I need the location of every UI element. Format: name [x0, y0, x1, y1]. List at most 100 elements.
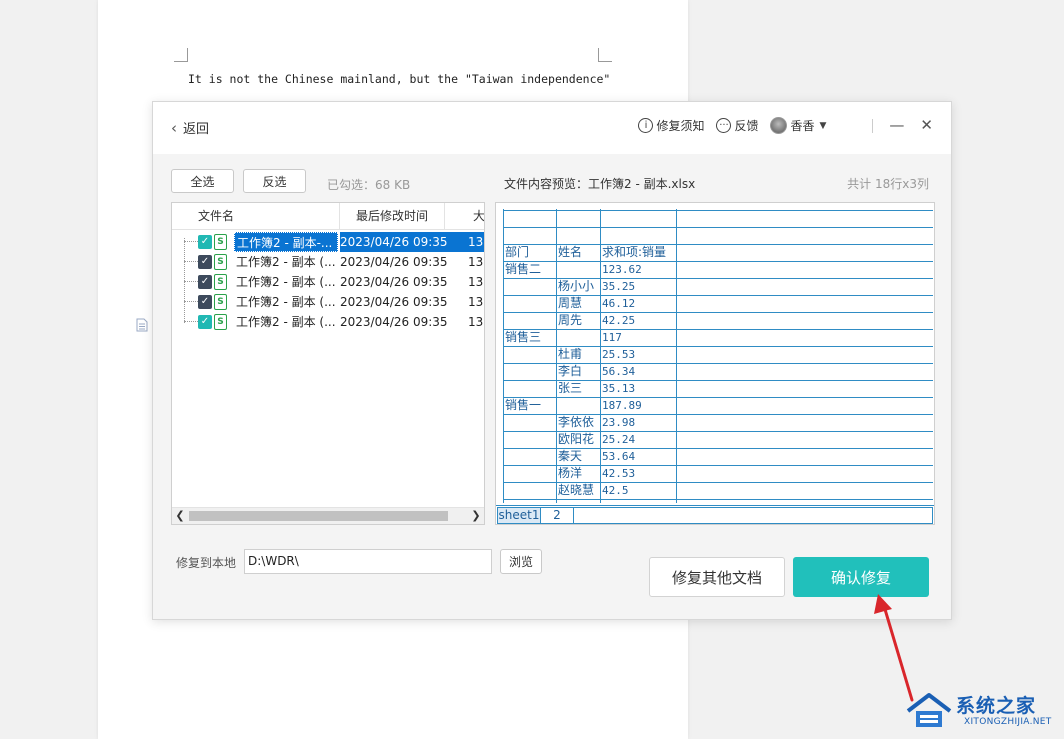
close-icon[interactable]: ✕ [920, 118, 933, 133]
grid-cell[interactable]: 姓名 [557, 244, 582, 261]
caret-down-icon: ▼ [819, 120, 827, 131]
file-checkbox[interactable]: ✓ [198, 315, 212, 329]
grid-cell[interactable]: 秦天 [557, 448, 582, 465]
scrollbar-thumb[interactable] [189, 511, 448, 521]
grid-cell[interactable]: 杨小小 [557, 278, 594, 295]
preview-file-label: 文件内容预览：工作簿2 - 副本.xlsx [504, 177, 696, 191]
info-icon: i [638, 118, 654, 133]
grid-cell[interactable]: 42.25 [601, 312, 635, 329]
restore-path-input[interactable]: D:\WDR\ [244, 549, 492, 574]
sheet-tab-bar: sheet1 2 [497, 507, 933, 524]
file-row[interactable]: ✓ S 工作簿2 - 副本 (... 2023/04/26 09:35 13 [172, 252, 484, 272]
header-divider [872, 118, 874, 133]
grid-cell[interactable]: 杨洋 [557, 465, 582, 482]
grid-line [503, 227, 933, 228]
grid-cell[interactable]: 销售二 [504, 261, 541, 278]
grid-cell[interactable]: 35.25 [601, 278, 635, 295]
browse-button[interactable]: 浏览 [500, 549, 542, 574]
spreadsheet-grid: 部门 姓名 求和项:销量销售二 123.62 杨小小 35.25 周慧 46.12 周先 42.2… [503, 209, 933, 503]
file-row[interactable]: ✓ S 工作簿2 - 副本-... 2023/04/26 09:35 13 [172, 232, 484, 252]
back-label: 返回 [183, 122, 210, 137]
file-checkbox[interactable]: ✓ [198, 255, 212, 269]
grid-cell[interactable]: 35.13 [601, 380, 635, 397]
file-modified-date: 2023/04/26 09:35 [340, 255, 448, 269]
file-name: 工作簿2 - 副本 (... [236, 255, 336, 269]
repair-notice-label: 修复须知 [656, 119, 705, 133]
grid-cell[interactable]: 187.89 [601, 397, 642, 414]
spreadsheet-file-icon: S [214, 254, 227, 270]
repair-other-docs-button[interactable]: 修复其他文档 [649, 557, 785, 597]
content-preview: 部门 姓名 求和项:销量销售二 123.62 杨小小 35.25 周慧 46.12 周先 42.2… [495, 202, 935, 525]
document-icon[interactable] [136, 318, 148, 332]
grid-cell[interactable]: 46.12 [601, 295, 635, 312]
grid-cell[interactable]: 123.62 [601, 261, 642, 278]
sheet-tab-sheet1[interactable]: sheet1 [498, 508, 541, 523]
spreadsheet-file-icon: S [214, 274, 227, 290]
grid-cell[interactable]: 42.53 [601, 465, 635, 482]
file-modified-date: 2023/04/26 09:35 [340, 315, 448, 329]
grid-cell[interactable]: 张三 [557, 380, 582, 397]
preview-total-info: 共计 18行x3列 [847, 177, 929, 191]
grid-cell[interactable]: 李白 [557, 363, 582, 380]
grid-cell[interactable]: 杜甫 [557, 346, 582, 363]
document-text: It is not the Chinese mainland, but the … [188, 72, 611, 86]
feedback-label: 反馈 [734, 119, 759, 133]
file-row[interactable]: ✓ S 工作簿2 - 副本 (... 2023/04/26 09:35 13 [172, 292, 484, 312]
sheet-tabs: sheet1 2 [496, 505, 934, 524]
grid-cell[interactable]: 李依依 [557, 414, 594, 431]
grid-cell[interactable]: 销售三 [504, 329, 541, 346]
grid-cell[interactable]: 求和项:销量 [601, 244, 666, 261]
sheet-tab-2[interactable]: 2 [541, 508, 574, 523]
invert-selection-button[interactable]: 反选 [243, 169, 306, 193]
grid-cell[interactable]: 欧阳花 [557, 431, 594, 448]
column-header-filename[interactable]: 文件名 [172, 203, 340, 230]
scroll-right-icon[interactable]: ❯ [469, 509, 483, 522]
margin-corner-top-right [598, 48, 612, 62]
grid-cell[interactable]: 销售一 [504, 397, 541, 414]
file-row[interactable]: ✓ S 工作簿2 - 副本 (... 2023/04/26 09:35 13 [172, 272, 484, 292]
repair-dialog: ‹ 返回 i 修复须知 ··· 反馈 香香 ▼ — ✕ 全选 反选 已勾选：68… [152, 101, 952, 620]
file-checkbox[interactable]: ✓ [198, 235, 212, 249]
file-list: 文件名 最后修改时间 大 ✓ S 工作簿2 - 副本-... 2023/04/26 0… [171, 202, 485, 525]
horizontal-scrollbar[interactable]: ❮ ❯ [172, 507, 484, 524]
file-checkbox[interactable]: ✓ [198, 275, 212, 289]
back-button[interactable]: ‹ 返回 [171, 118, 210, 138]
file-row[interactable]: ✓ S 工作簿2 - 副本 (... 2023/04/26 09:35 13 [172, 312, 484, 332]
avatar [770, 117, 788, 134]
grid-cell[interactable]: 42.5 [601, 482, 629, 499]
grid-cell[interactable]: 56.34 [601, 363, 635, 380]
grid-cell[interactable]: 部门 [504, 244, 529, 261]
minimize-icon[interactable]: — [889, 118, 904, 133]
grid-cell[interactable]: 25.24 [601, 431, 635, 448]
grid-cell[interactable]: 周慧 [557, 295, 582, 312]
file-name: 工作簿2 - 副本-... [234, 232, 338, 252]
grid-cell[interactable]: 53.64 [601, 448, 635, 465]
dialog-header: ‹ 返回 i 修复须知 ··· 反馈 香香 ▼ — ✕ [153, 102, 951, 154]
grid-cell[interactable]: 117 [601, 329, 622, 346]
select-all-button[interactable]: 全选 [171, 169, 234, 193]
column-header-size[interactable]: 大 [445, 203, 484, 230]
user-menu[interactable]: 香香 ▼ [770, 117, 826, 134]
grid-cell[interactable]: 赵晓慧 [557, 482, 594, 499]
spreadsheet-file-icon: S [214, 314, 227, 330]
file-size: 13 [468, 255, 484, 269]
selected-size-info: 已勾选：68 KB [327, 178, 411, 192]
grid-line [503, 261, 933, 262]
grid-cell[interactable]: 23.98 [601, 414, 635, 431]
file-name: 工作簿2 - 副本 (... [236, 275, 336, 289]
header-actions: i 修复须知 ··· 反馈 香香 ▼ — ✕ [626, 117, 933, 134]
repair-notice-button[interactable]: i 修复须知 [638, 117, 704, 134]
column-header-modified[interactable]: 最后修改时间 [340, 203, 445, 230]
chat-bubble-icon: ··· [716, 118, 732, 133]
file-size: 13 [468, 275, 484, 289]
file-size: 13 [468, 315, 484, 329]
feedback-button[interactable]: ··· 反馈 [716, 117, 758, 134]
grid-cell[interactable]: 周先 [557, 312, 582, 329]
file-checkbox[interactable]: ✓ [198, 295, 212, 309]
watermark-title: 系统之家 [956, 695, 1037, 717]
scroll-left-icon[interactable]: ❮ [173, 509, 187, 522]
user-name: 香香 [790, 119, 815, 133]
grid-line [503, 397, 933, 398]
grid-cell[interactable]: 25.53 [601, 346, 635, 363]
file-modified-date: 2023/04/26 09:35 [340, 295, 448, 309]
